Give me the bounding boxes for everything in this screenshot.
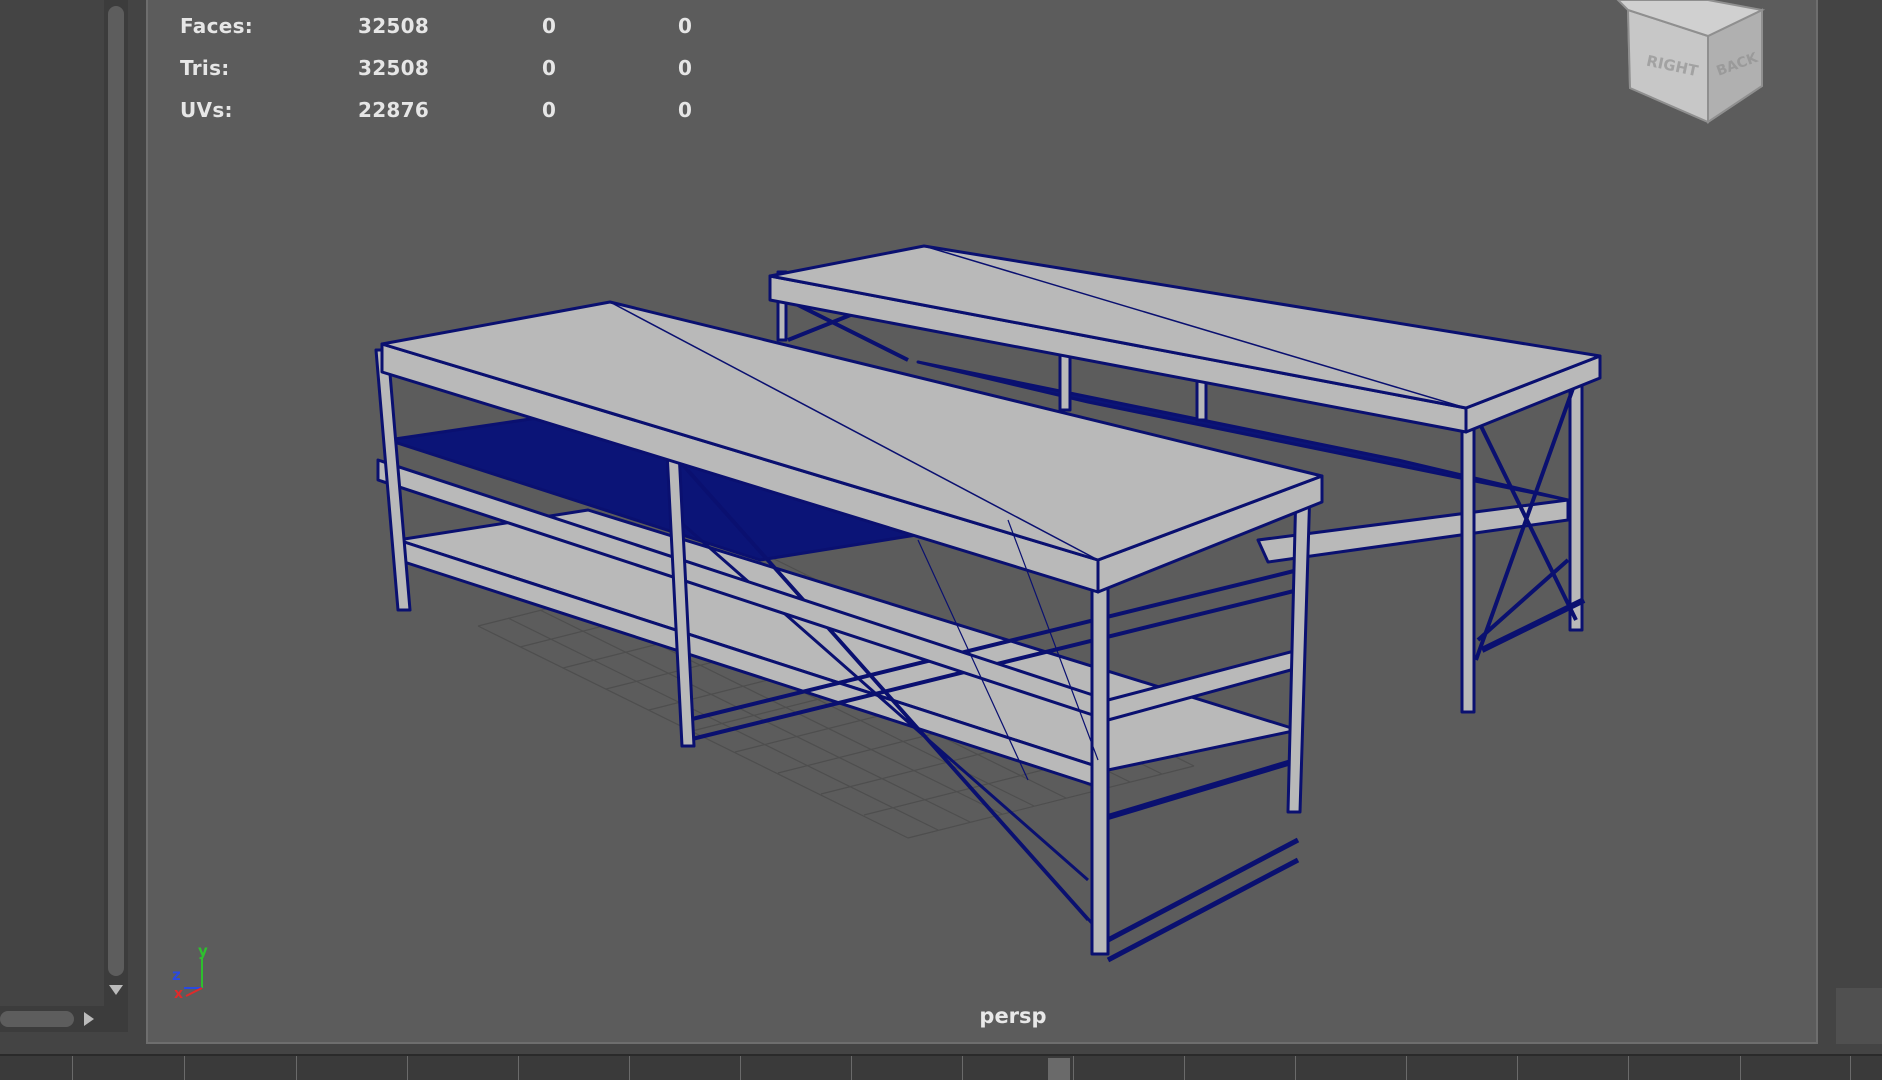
hud-value: 0 — [678, 56, 693, 80]
hud-value: 22876 — [358, 98, 430, 122]
axis-gizmo: y z x — [172, 942, 208, 1002]
axis-y-label: y — [198, 942, 208, 960]
scene-canvas[interactable]: RIGHT BACK y z x — [148, 0, 1816, 1044]
triangle-down-icon[interactable] — [109, 985, 123, 995]
timeline-tick — [1517, 1056, 1518, 1080]
mesh-table-front[interactable] — [374, 300, 1324, 963]
hud-label: Tris: — [180, 56, 230, 80]
hud-label: UVs: — [180, 98, 233, 122]
time-slider[interactable] — [0, 1054, 1882, 1080]
hud-value: 0 — [678, 98, 693, 122]
hud-label: Faces: — [180, 14, 254, 38]
perspective-viewport[interactable]: RIGHT BACK y z x Faces: 32508 0 0 Tris: … — [146, 0, 1818, 1044]
vertical-scroll-thumb[interactable] — [108, 6, 124, 976]
timeline-tick — [72, 1056, 73, 1080]
axis-z-label: z — [172, 966, 181, 984]
timeline-tick — [184, 1056, 185, 1080]
timeline-tick — [740, 1056, 741, 1080]
hud-value: 0 — [542, 56, 557, 80]
axis-x-label: x — [174, 986, 183, 1002]
right-side-panel — [1818, 0, 1882, 1044]
timeline-tick — [1850, 1056, 1851, 1080]
triangle-right-icon[interactable] — [84, 1012, 94, 1026]
maya-window: RIGHT BACK y z x Faces: 32508 0 0 Tris: … — [0, 0, 1882, 1080]
timeline-tick — [518, 1056, 519, 1080]
hud-value: 0 — [542, 98, 557, 122]
outliner-horizontal-scrollbar[interactable] — [0, 1006, 128, 1032]
timeline-tick — [1406, 1056, 1407, 1080]
hud-value: 0 — [678, 14, 693, 38]
right-panel-tab[interactable] — [1836, 988, 1882, 1044]
hud-value: 32508 — [358, 14, 430, 38]
hud-value: 32508 — [358, 56, 430, 80]
camera-name-label: persp — [979, 1004, 1047, 1028]
current-time-marker[interactable] — [1048, 1058, 1070, 1080]
timeline-tick — [629, 1056, 630, 1080]
outliner-vertical-scrollbar[interactable] — [104, 0, 128, 1010]
timeline-tick — [962, 1056, 963, 1080]
timeline-tick — [296, 1056, 297, 1080]
timeline-tick — [407, 1056, 408, 1080]
timeline-tick — [1073, 1056, 1074, 1080]
timeline-tick — [1295, 1056, 1296, 1080]
left-panel — [0, 0, 130, 1040]
timeline-tick — [1628, 1056, 1629, 1080]
timeline-tick — [1184, 1056, 1185, 1080]
timeline-tick — [1740, 1056, 1741, 1080]
horizontal-scroll-thumb[interactable] — [0, 1011, 74, 1027]
hud-value: 0 — [542, 14, 557, 38]
view-cube[interactable]: RIGHT BACK — [1616, 0, 1766, 124]
timeline-tick — [851, 1056, 852, 1080]
